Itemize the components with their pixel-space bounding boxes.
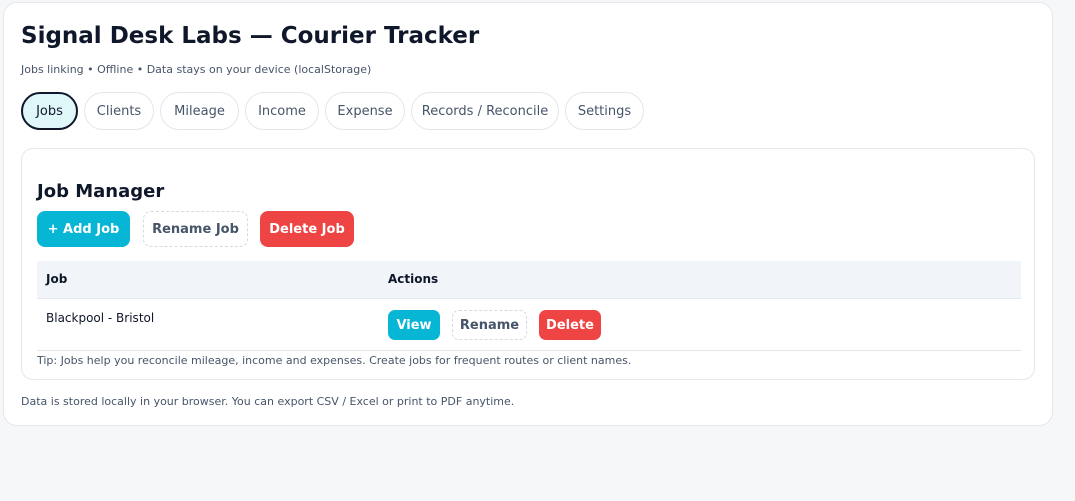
app-card: Signal Desk Labs — Courier Tracker Jobs …: [3, 2, 1053, 426]
rename-row-button[interactable]: Rename: [452, 310, 527, 340]
job-name-cell: Blackpool - Bristol: [46, 311, 155, 325]
job-manager-panel: Job Manager + Add Job Rename Job Delete …: [21, 148, 1035, 380]
rename-job-button[interactable]: Rename Job: [143, 211, 248, 247]
job-manager-title: Job Manager: [37, 181, 165, 202]
tab-records-reconcile[interactable]: Records / Reconcile: [411, 92, 559, 130]
tip-text: Tip: Jobs help you reconcile mileage, in…: [37, 354, 632, 367]
add-job-button[interactable]: + Add Job: [37, 211, 130, 247]
tab-clients[interactable]: Clients: [84, 92, 154, 130]
footer-note: Data is stored locally in your browser. …: [21, 395, 515, 408]
delete-row-button[interactable]: Delete: [539, 310, 601, 340]
app-title: Signal Desk Labs — Courier Tracker: [21, 23, 480, 49]
app-subtitle: Jobs linking • Offline • Data stays on y…: [21, 63, 372, 76]
column-header-job: Job: [46, 272, 68, 286]
tab-income[interactable]: Income: [245, 92, 319, 130]
tab-settings[interactable]: Settings: [565, 92, 644, 130]
tab-jobs[interactable]: Jobs: [21, 92, 78, 130]
view-job-button[interactable]: View: [388, 310, 440, 340]
delete-job-button[interactable]: Delete Job: [260, 211, 354, 247]
column-header-actions: Actions: [388, 272, 439, 286]
tab-mileage[interactable]: Mileage: [160, 92, 239, 130]
jobs-table-header: Job Actions: [37, 261, 1021, 299]
table-row: Blackpool - Bristol View Rename Delete: [37, 299, 1021, 351]
tab-expense[interactable]: Expense: [325, 92, 405, 130]
